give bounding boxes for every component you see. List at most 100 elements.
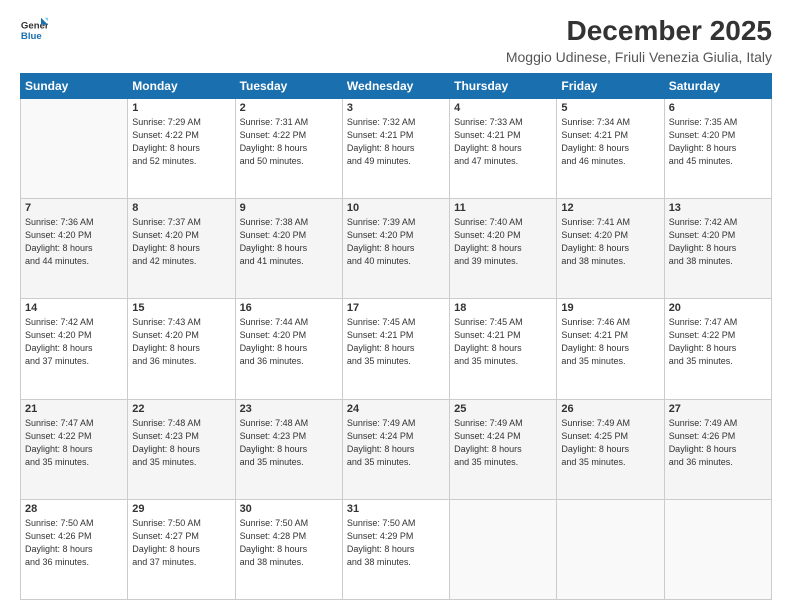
table-row: 2Sunrise: 7:31 AM Sunset: 4:22 PM Daylig… [235,98,342,198]
table-row: 7 Sunrise: 7:36 AM Sunset: 4:20 PM Daylig… [21,199,128,299]
table-row: 13 Sunrise: 7:42 AM Sunset: 4:20 PM Dayli… [664,199,771,299]
col-monday: Monday [128,73,235,98]
table-row: 16 Sunrise: 7:44 AM Sunset: 4:20 PM Dayli… [235,299,342,399]
col-wednesday: Wednesday [342,73,449,98]
day-number: 22 [132,403,230,415]
day-number: 18 [454,302,552,314]
svg-text:Blue: Blue [21,31,42,42]
day-number: 12 [561,202,659,214]
day-info: Sunrise: 7:32 AM Sunset: 4:21 PM Dayligh… [347,116,445,168]
table-row [450,499,557,599]
table-row: 12 Sunrise: 7:41 AM Sunset: 4:20 PM Dayli… [557,199,664,299]
day-info: Sunrise: 7:50 AM Sunset: 4:28 PM Dayligh… [240,517,338,569]
table-row: 29 Sunrise: 7:50 AM Sunset: 4:27 PM Dayli… [128,499,235,599]
table-row: 11 Sunrise: 7:40 AM Sunset: 4:20 PM Dayli… [450,199,557,299]
calendar-week-row: 21Sunrise: 7:47 AM Sunset: 4:22 PM Dayli… [21,399,772,499]
table-row: 15 Sunrise: 7:43 AM Sunset: 4:20 PM Dayli… [128,299,235,399]
day-info: Sunrise: 7:47 AM Sunset: 4:22 PM Dayligh… [669,316,767,368]
day-info: Sunrise: 7:29 AM Sunset: 4:22 PM Dayligh… [132,116,230,168]
subtitle: Moggio Udinese, Friuli Venezia Giulia, I… [506,49,772,65]
title-section: December 2025 Moggio Udinese, Friuli Ven… [506,16,772,65]
day-number: 20 [669,302,767,314]
day-number: 24 [347,403,445,415]
day-info: Sunrise: 7:36 AM Sunset: 4:20 PM Dayligh… [25,216,123,268]
day-number: 23 [240,403,338,415]
calendar-header-row: Sunday Monday Tuesday Wednesday Thursday… [21,73,772,98]
day-info: Sunrise: 7:42 AM Sunset: 4:20 PM Dayligh… [25,316,123,368]
day-number: 27 [669,403,767,415]
day-number: 13 [669,202,767,214]
calendar-week-row: 14 Sunrise: 7:42 AM Sunset: 4:20 PM Dayli… [21,299,772,399]
day-number: 25 [454,403,552,415]
day-info: Sunrise: 7:48 AM Sunset: 4:23 PM Dayligh… [132,417,230,469]
day-number: 14 [25,302,123,314]
day-info: Sunrise: 7:50 AM Sunset: 4:27 PM Dayligh… [132,517,230,569]
day-number: 6 [669,102,767,114]
day-info: Sunrise: 7:44 AM Sunset: 4:20 PM Dayligh… [240,316,338,368]
day-number: 31 [347,503,445,515]
day-info: Sunrise: 7:45 AM Sunset: 4:21 PM Dayligh… [347,316,445,368]
col-thursday: Thursday [450,73,557,98]
logo-icon: General Blue [20,16,48,44]
table-row: 8 Sunrise: 7:37 AM Sunset: 4:20 PM Daylig… [128,199,235,299]
col-saturday: Saturday [664,73,771,98]
calendar-week-row: 28 Sunrise: 7:50 AM Sunset: 4:26 PM Dayli… [21,499,772,599]
day-number: 8 [132,202,230,214]
day-info: Sunrise: 7:43 AM Sunset: 4:20 PM Dayligh… [132,316,230,368]
table-row: 14 Sunrise: 7:42 AM Sunset: 4:20 PM Dayli… [21,299,128,399]
header: General Blue December 2025 Moggio Udines… [20,16,772,65]
table-row: 27 Sunrise: 7:49 AM Sunset: 4:26 PM Dayli… [664,399,771,499]
table-row: 25Sunrise: 7:49 AM Sunset: 4:24 PM Dayli… [450,399,557,499]
table-row [21,98,128,198]
day-number: 19 [561,302,659,314]
table-row: 5Sunrise: 7:34 AM Sunset: 4:21 PM Daylig… [557,98,664,198]
day-number: 11 [454,202,552,214]
day-info: Sunrise: 7:41 AM Sunset: 4:20 PM Dayligh… [561,216,659,268]
table-row: 6Sunrise: 7:35 AM Sunset: 4:20 PM Daylig… [664,98,771,198]
calendar-week-row: 1 Sunrise: 7:29 AM Sunset: 4:22 PM Daylig… [21,98,772,198]
day-number: 4 [454,102,552,114]
day-info: Sunrise: 7:50 AM Sunset: 4:29 PM Dayligh… [347,517,445,569]
day-number: 15 [132,302,230,314]
day-info: Sunrise: 7:42 AM Sunset: 4:20 PM Dayligh… [669,216,767,268]
day-number: 29 [132,503,230,515]
table-row: 1 Sunrise: 7:29 AM Sunset: 4:22 PM Daylig… [128,98,235,198]
table-row: 30 Sunrise: 7:50 AM Sunset: 4:28 PM Dayli… [235,499,342,599]
day-number: 30 [240,503,338,515]
day-number: 7 [25,202,123,214]
day-info: Sunrise: 7:49 AM Sunset: 4:26 PM Dayligh… [669,417,767,469]
day-number: 10 [347,202,445,214]
day-info: Sunrise: 7:50 AM Sunset: 4:26 PM Dayligh… [25,517,123,569]
day-number: 26 [561,403,659,415]
day-number: 2 [240,102,338,114]
col-sunday: Sunday [21,73,128,98]
day-number: 16 [240,302,338,314]
table-row [557,499,664,599]
table-row: 21Sunrise: 7:47 AM Sunset: 4:22 PM Dayli… [21,399,128,499]
day-info: Sunrise: 7:37 AM Sunset: 4:20 PM Dayligh… [132,216,230,268]
table-row: 28 Sunrise: 7:50 AM Sunset: 4:26 PM Dayli… [21,499,128,599]
table-row: 20 Sunrise: 7:47 AM Sunset: 4:22 PM Dayli… [664,299,771,399]
day-info: Sunrise: 7:34 AM Sunset: 4:21 PM Dayligh… [561,116,659,168]
calendar-table: Sunday Monday Tuesday Wednesday Thursday… [20,73,772,600]
logo: General Blue [20,16,48,44]
main-title: December 2025 [506,16,772,47]
table-row: 18 Sunrise: 7:45 AM Sunset: 4:21 PM Dayli… [450,299,557,399]
day-info: Sunrise: 7:49 AM Sunset: 4:24 PM Dayligh… [347,417,445,469]
table-row: 4 Sunrise: 7:33 AM Sunset: 4:21 PM Daylig… [450,98,557,198]
col-tuesday: Tuesday [235,73,342,98]
day-number: 1 [132,102,230,114]
day-info: Sunrise: 7:49 AM Sunset: 4:25 PM Dayligh… [561,417,659,469]
table-row: 23 Sunrise: 7:48 AM Sunset: 4:23 PM Dayli… [235,399,342,499]
day-number: 28 [25,503,123,515]
day-number: 9 [240,202,338,214]
day-info: Sunrise: 7:45 AM Sunset: 4:21 PM Dayligh… [454,316,552,368]
day-info: Sunrise: 7:33 AM Sunset: 4:21 PM Dayligh… [454,116,552,168]
calendar-week-row: 7 Sunrise: 7:36 AM Sunset: 4:20 PM Daylig… [21,199,772,299]
day-info: Sunrise: 7:47 AM Sunset: 4:22 PM Dayligh… [25,417,123,469]
table-row: 24 Sunrise: 7:49 AM Sunset: 4:24 PM Dayli… [342,399,449,499]
day-info: Sunrise: 7:40 AM Sunset: 4:20 PM Dayligh… [454,216,552,268]
table-row: 10Sunrise: 7:39 AM Sunset: 4:20 PM Dayli… [342,199,449,299]
page: General Blue December 2025 Moggio Udines… [0,0,792,612]
day-info: Sunrise: 7:48 AM Sunset: 4:23 PM Dayligh… [240,417,338,469]
